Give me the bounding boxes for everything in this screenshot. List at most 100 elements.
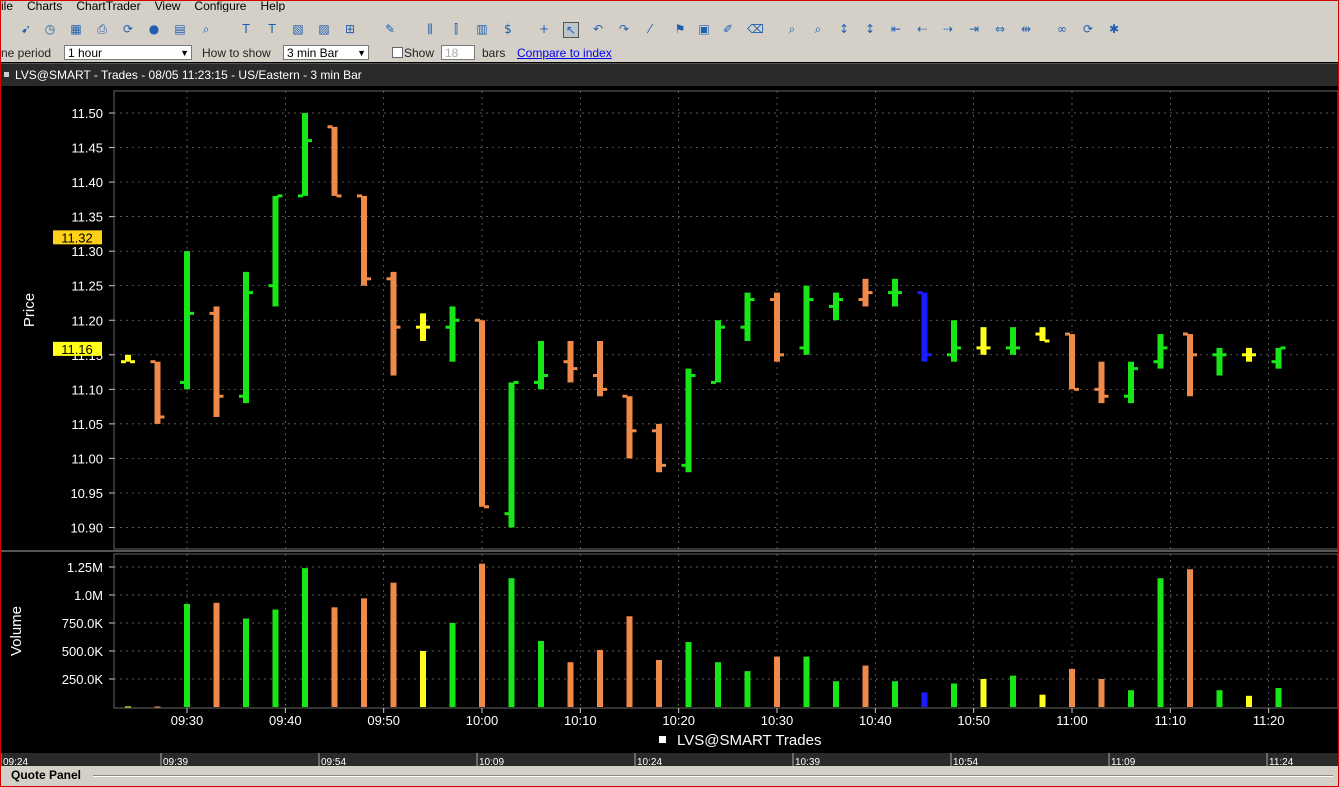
time-period-value: 1 hour [68, 46, 103, 60]
arrow-up-icon[interactable]: ↕ [837, 22, 851, 36]
text-icon[interactable]: T [239, 22, 253, 36]
volume-icon[interactable]: ▥ [475, 22, 489, 36]
how-to-show-select[interactable]: 3 min Bar ▼ [283, 45, 369, 60]
flag-icon[interactable]: ⚑ [673, 22, 687, 36]
ohlc-close-tick [867, 291, 873, 295]
menu-view[interactable]: View [155, 1, 181, 12]
menu-charts[interactable]: Charts [27, 1, 62, 12]
circle-icon[interactable]: ● [147, 22, 161, 36]
line-icon[interactable]: ⁄ [643, 22, 657, 36]
ohlc-open-tick [976, 346, 982, 350]
pen-icon[interactable]: ✐ [721, 22, 735, 36]
last-price-tag-label: 11.32 [61, 230, 93, 245]
scroll-left-icon[interactable]: ⇠ [915, 22, 929, 36]
pointer-icon[interactable]: ➹ [19, 22, 33, 36]
menu-bar: ile Charts ChartTrader View Configure Help [1, 1, 1338, 12]
ohlc-open-tick [150, 360, 156, 364]
redo-icon[interactable]: ↷ [617, 22, 631, 36]
ohlc-open-tick [298, 194, 303, 198]
layout-icon[interactable]: ⊞ [343, 22, 357, 36]
text-box-icon[interactable]: T [265, 22, 279, 36]
print-icon[interactable]: ⎙ [95, 22, 109, 36]
chart-icon[interactable]: ▨ [317, 22, 331, 36]
ohlc-close-tick [985, 346, 991, 350]
volume-bar [125, 706, 131, 708]
volume-panel [113, 553, 1338, 709]
image-icon[interactable]: ▧ [291, 22, 305, 36]
zoom-icon[interactable]: ⌕ [199, 22, 213, 36]
ohlc-open-tick [357, 194, 362, 198]
compare-to-index-link[interactable]: Compare to index [517, 46, 612, 60]
time-tick-label: 10:10 [564, 713, 597, 728]
scroll-start-icon[interactable]: ⇤ [889, 22, 903, 36]
ohlc-bar [1010, 327, 1016, 355]
time-tick-label: 09:30 [171, 713, 204, 728]
volume-bar [449, 623, 456, 707]
bar-icon[interactable]: ⫼ [423, 22, 437, 36]
ohlc-close-tick [1192, 353, 1197, 357]
pencil-icon[interactable]: ✎ [383, 22, 397, 36]
time-tick-label: 10:00 [466, 713, 499, 728]
price-volume-chart[interactable]: 11.5011.4511.4011.3511.3011.2511.2011.15… [1, 86, 1339, 766]
box-icon[interactable]: ▣ [697, 22, 711, 36]
volume-bar [1275, 687, 1282, 707]
volume-bar [980, 679, 987, 707]
undo-icon[interactable]: ↶ [591, 22, 605, 36]
compress-icon[interactable]: ⇹ [1019, 22, 1033, 36]
link-icon[interactable]: ∞ [1055, 22, 1069, 36]
ohlc-open-tick [829, 304, 834, 308]
candle-icon[interactable]: ⫿ [449, 22, 463, 36]
scroll-end-icon[interactable]: ⇥ [967, 22, 981, 36]
ohlc-open-tick [711, 380, 716, 384]
price-tick-label: 10.95 [70, 486, 103, 501]
navigator-strip [1, 753, 1338, 766]
price-tick-label: 10.90 [70, 521, 103, 536]
ohlc-open-tick [593, 374, 598, 378]
dollar-icon[interactable]: $ [501, 22, 515, 36]
refresh-icon[interactable]: ⟳ [121, 22, 135, 36]
ohlc-open-tick [180, 380, 185, 384]
grid-icon[interactable]: ▦ [69, 22, 83, 36]
eraser-icon[interactable]: ⌫ [747, 22, 764, 36]
ohlc-close-tick [1162, 346, 1168, 350]
zoom-out-icon[interactable]: ⌕ [811, 22, 825, 36]
options-bar: ne period 1 hour ▼ How to show 3 min Bar ▼… [1, 44, 1338, 62]
ohlc-open-tick [504, 512, 510, 516]
arrow-down-icon[interactable]: ↕ [863, 22, 877, 36]
volume-tick-label: 250.0K [62, 672, 104, 687]
zoom-in-icon[interactable]: ⌕ [785, 22, 799, 36]
ohlc-open-tick [239, 394, 244, 398]
menu-configure[interactable]: Configure [194, 1, 246, 12]
bars-count-input[interactable]: 18 [441, 45, 475, 60]
ohlc-open-tick [917, 291, 923, 295]
volume-bar [1157, 578, 1164, 707]
ohlc-bar [1275, 347, 1282, 369]
volume-bar [508, 578, 515, 707]
ohlc-close-tick [690, 374, 696, 378]
expand-icon[interactable]: ⇔ [993, 22, 1007, 36]
page-icon[interactable]: ▤ [173, 22, 187, 36]
ohlc-bar [626, 396, 633, 459]
menu-help[interactable]: Help [260, 1, 285, 12]
time-tick-label: 11:10 [1155, 713, 1187, 728]
menu-file[interactable]: ile [1, 1, 13, 12]
crosshair-icon[interactable]: + [537, 22, 551, 36]
menu-charttrader[interactable]: ChartTrader [76, 1, 140, 12]
show-bars-checkbox[interactable] [392, 47, 403, 58]
quote-panel-label[interactable]: Quote Panel [11, 768, 81, 782]
ohlc-bar [213, 306, 220, 417]
time-tick-label: 10:40 [859, 713, 892, 728]
time-period-select[interactable]: 1 hour ▼ [64, 45, 192, 60]
settings-icon[interactable]: ✱ [1107, 22, 1121, 36]
clock-icon[interactable]: ◷ [43, 22, 57, 36]
divider [93, 775, 1333, 777]
sync-icon[interactable]: ⟳ [1081, 22, 1095, 36]
volume-bar [567, 662, 574, 707]
ohlc-open-tick [1183, 332, 1188, 336]
time-tick-label: 10:30 [761, 713, 794, 728]
scroll-right-icon[interactable]: ⇢ [941, 22, 955, 36]
ohlc-open-tick [268, 284, 274, 288]
ohlc-open-tick [563, 360, 569, 364]
select-icon[interactable]: ↖ [563, 22, 579, 38]
navigator-tick-label: 09:54 [321, 757, 346, 766]
